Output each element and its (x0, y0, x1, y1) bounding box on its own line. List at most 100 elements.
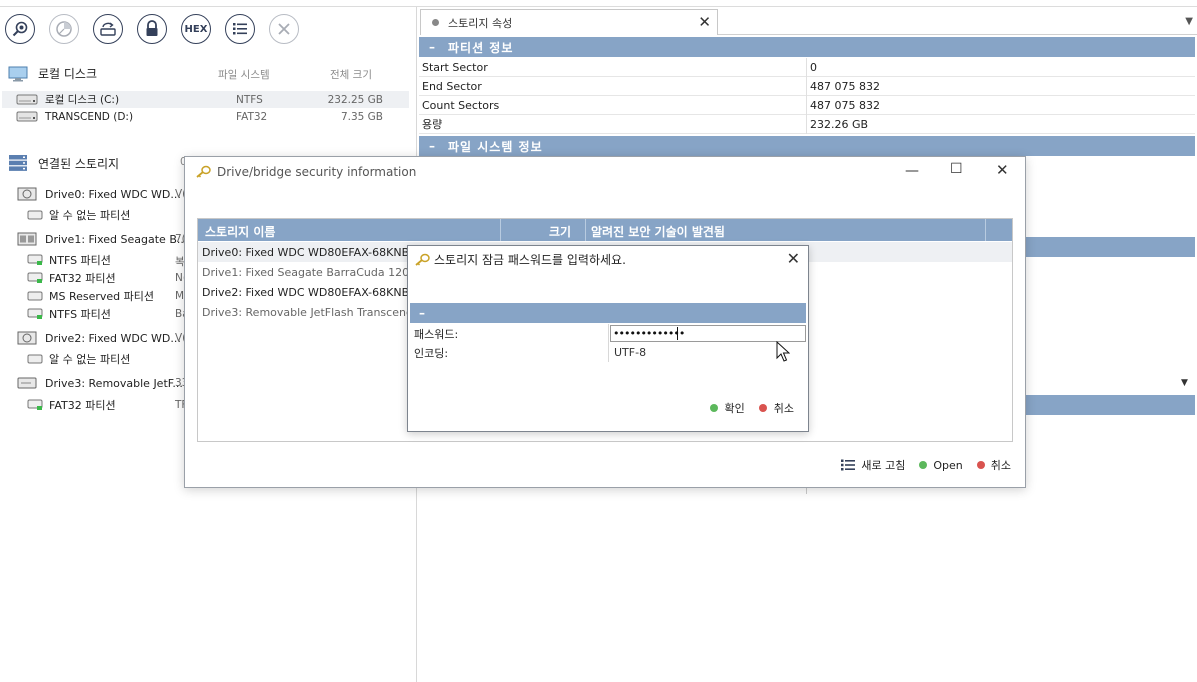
open-label: Open (933, 458, 963, 472)
col-header-fs: 파일 시스템 (218, 69, 270, 81)
dialog-footer: 새로 고침 Open 취소 (841, 457, 1011, 473)
tree-label: Drive2: Fixed WDC WD... (45, 331, 181, 345)
prop-key: 용량 (422, 118, 443, 131)
password-dialog-title-bar: 스토리지 잠금 패스워드를 입력하세요. (414, 251, 626, 268)
tab-bar: 스토리지 속성 ✕ ▼ (420, 9, 1197, 35)
tree-item-unknown-partition-2[interactable]: 알 수 없는 파티션 (27, 350, 130, 368)
prop-key: Count Sectors (422, 98, 500, 112)
prop-value: 232.26 GB (810, 117, 869, 131)
encoding-value[interactable]: UTF-8 (614, 346, 646, 359)
tree-item-drive0[interactable]: Drive0: Fixed WDC WD... (17, 185, 181, 203)
password-row: 패스워드: (410, 324, 806, 343)
password-band: – (410, 303, 806, 323)
password-label: 패스워드: (414, 327, 459, 341)
tree-item-ntfs-1[interactable]: NTFS 파티션 (27, 251, 111, 269)
encoding-row: 인코딩: UTF-8 (410, 343, 806, 362)
prop-row: 용량 232.26 GB (419, 115, 1195, 134)
background-band (1012, 237, 1195, 257)
partition-green-icon (27, 272, 43, 283)
tree-label: Drive0: Fixed WDC WD... (45, 187, 181, 201)
disk-name: TRANSCEND (D:) (45, 110, 134, 123)
tree-item-fat32-1[interactable]: FAT32 파티션 (27, 269, 116, 287)
ok-label: 확인 (724, 402, 745, 415)
prop-value: 487 075 832 (810, 79, 880, 93)
disk-size: 7.35 GB (340, 110, 383, 123)
drive-icon (16, 111, 38, 122)
tree-label: 알 수 없는 파티션 (49, 353, 131, 366)
row-label: Drive0: Fixed WDC WD80EFAX-68KNBN0 (202, 245, 425, 259)
tree-label: FAT32 파티션 (49, 399, 116, 412)
disk-fs: FAT32 (236, 110, 268, 123)
encoding-label: 인코딩: (414, 346, 449, 360)
key-icon (415, 253, 430, 266)
refresh-button[interactable]: 새로 고침 (841, 457, 905, 473)
tree-item-drive2[interactable]: Drive2: Fixed WDC WD... (17, 329, 181, 347)
partition-green-icon (27, 399, 43, 410)
prop-key: End Sector (422, 79, 482, 93)
maximize-icon[interactable]: ☐ (950, 161, 963, 177)
collapse-icon: – (429, 40, 436, 54)
refresh-label: 새로 고침 (861, 459, 906, 472)
prop-key: Start Sector (422, 60, 488, 74)
cancel-button[interactable]: 취소 (976, 457, 1011, 473)
storage-stack-icon (9, 155, 27, 171)
password-dialog-title: 스토리지 잠금 패스워드를 입력하세요. (434, 253, 626, 267)
mouse-cursor-icon (776, 341, 790, 362)
disk-row-d[interactable]: TRANSCEND (D:) FAT32 7.35 GB (2, 108, 409, 125)
dropdown-chevron-icon[interactable]: ▼ (1181, 378, 1188, 388)
col-storage-name[interactable]: 스토리지 이름 (205, 223, 275, 240)
dialog-close-icon[interactable]: ✕ (996, 161, 1009, 179)
green-dot-icon (919, 461, 928, 469)
password-cancel-button[interactable]: 취소 (758, 400, 794, 416)
tree-item-fat32-2[interactable]: FAT32 파티션 (27, 396, 116, 414)
tree-label: Drive1: Fixed Seagate B... (45, 232, 188, 246)
drive-icon (16, 94, 38, 105)
red-dot-icon (976, 461, 985, 469)
local-disks-header: 로컬 디스크 (8, 65, 97, 82)
tree-label: NTFS 파티션 (49, 254, 111, 267)
app-window: HEX 로컬 디스크 파일 시스템 전체 크기 로컬 디스크 (C:) NTFS… (0, 0, 1197, 682)
collapse-icon: – (429, 139, 436, 153)
hdd-icon (17, 331, 37, 345)
tab-storage-properties[interactable]: 스토리지 속성 ✕ (420, 9, 718, 35)
green-dot-icon (709, 404, 718, 412)
fs-info-band[interactable]: – 파일 시스템 정보 (419, 136, 1195, 156)
tree-item-unknown-partition[interactable]: 알 수 없는 파티션 (27, 206, 130, 224)
background-band (1012, 395, 1195, 415)
tree-item-drive1[interactable]: Drive1: Fixed Seagate B... (17, 230, 187, 248)
tab-close-icon[interactable]: ✕ (698, 13, 711, 31)
tree-item-drive3[interactable]: Drive3: Removable JetF... (17, 374, 183, 392)
disk-row-c[interactable]: 로컬 디스크 (C:) NTFS 232.25 GB (2, 91, 409, 108)
hdd-icon (17, 187, 37, 201)
minimize-icon[interactable]: — (905, 163, 919, 179)
partition-info-band[interactable]: – 파티션 정보 (419, 37, 1195, 57)
tree-item-ms-reserved[interactable]: MS Reserved 파티션 (27, 287, 154, 305)
ok-button[interactable]: 확인 (709, 400, 745, 416)
dialog-title-bar: Drive/bridge security information (195, 165, 416, 179)
partition-green-icon (27, 308, 43, 319)
text-caret (677, 327, 678, 340)
tab-menu-chevron-icon[interactable]: ▼ (1185, 16, 1193, 27)
tree-item-ntfs-2[interactable]: NTFS 파티션 (27, 305, 111, 323)
password-dialog-close-icon[interactable]: ✕ (787, 249, 800, 268)
partition-info-title: 파티션 정보 (448, 40, 514, 55)
list-icon (841, 459, 856, 471)
row-label: Drive1: Fixed Seagate BarraCuda 120 SSD (202, 265, 435, 279)
cancel-label: 취소 (990, 459, 1011, 472)
tree-label: FAT32 파티션 (49, 272, 116, 285)
col-size[interactable]: 크기 (549, 223, 571, 240)
tree-extra: M (175, 290, 185, 302)
password-input[interactable] (610, 325, 806, 342)
table-header: 스토리지 이름 크기 알려진 보안 기술이 발견됨 (198, 219, 1012, 241)
prop-value: 0 (810, 60, 817, 74)
tree-label: NTFS 파티션 (49, 308, 111, 321)
disk-fs: NTFS (236, 93, 263, 106)
partition-icon (27, 210, 43, 220)
column-divider (806, 488, 807, 494)
monitor-icon (8, 66, 28, 81)
ssd-icon (17, 232, 37, 246)
tree-label: MS Reserved 파티션 (49, 290, 155, 303)
col-security[interactable]: 알려진 보안 기술이 발견됨 (591, 223, 725, 240)
open-button[interactable]: Open (919, 458, 963, 472)
fs-info-title: 파일 시스템 정보 (448, 139, 543, 154)
